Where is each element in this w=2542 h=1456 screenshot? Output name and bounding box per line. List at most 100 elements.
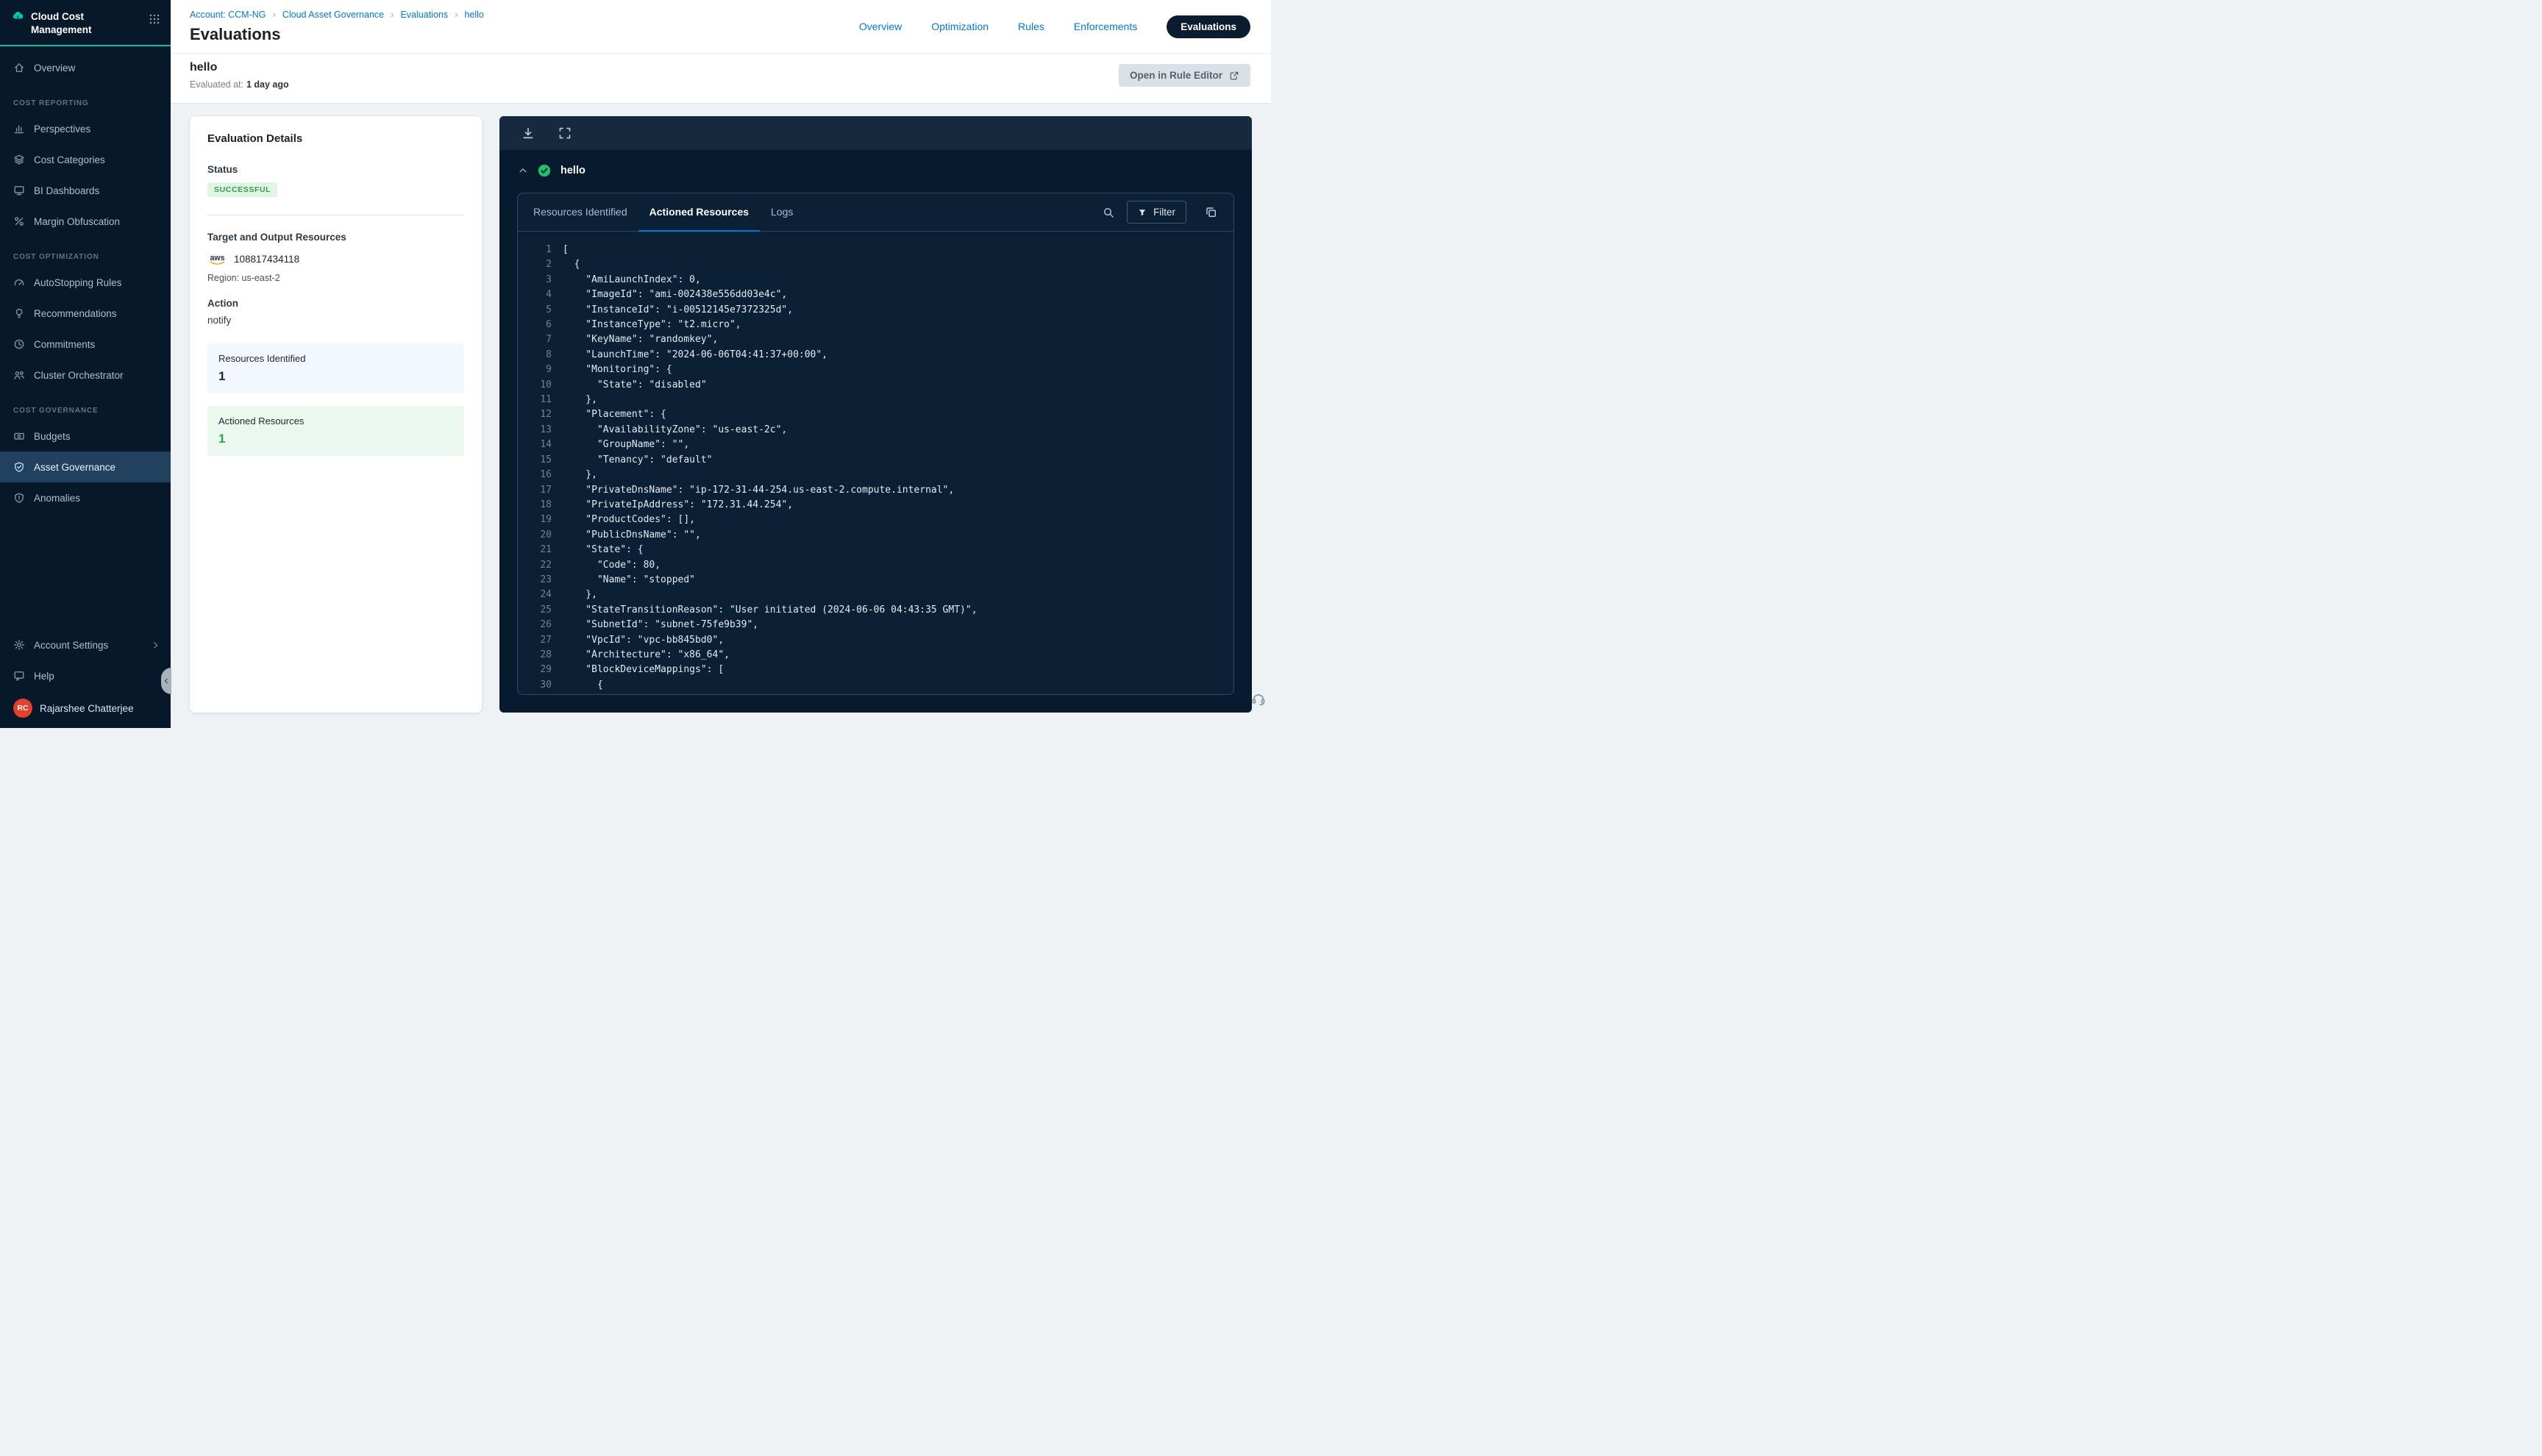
sidebar-item-commitments[interactable]: Commitments [0,329,171,360]
apps-grid-icon[interactable] [149,13,160,25]
collapse-section-icon[interactable] [518,165,528,176]
top-nav: Overview Optimization Rules Enforcements Eva… [859,15,1250,38]
shield-check-icon [13,461,25,473]
code-text: "PrivateDnsName": "ip-172-31-44-254.us-e… [552,483,954,498]
line-number: 3 [518,273,552,288]
code-block[interactable]: 1[2 {3 "AmiLaunchIndex": 0,4 "ImageId": … [518,232,1233,694]
bar-chart-icon [13,123,25,135]
sidebar-item-account-settings[interactable]: Account Settings [0,629,171,660]
sidebar-item-margin-obfuscation[interactable]: Margin Obfuscation [0,206,171,237]
line-number: 19 [518,513,552,527]
line-number: 1 [518,243,552,257]
line-number: 14 [518,438,552,452]
code-text: "PrivateIpAddress": "172.31.44.254", [552,498,793,513]
sidebar-item-asset-governance[interactable]: Asset Governance [0,452,171,482]
line-number: 7 [518,332,552,347]
stat-actioned-resources: Actioned Resources1 [207,406,464,456]
stat-label: Resources Identified [218,353,453,364]
sidebar-item-budgets[interactable]: Budgets [0,421,171,452]
viewer-tabs: Resources IdentifiedActioned ResourcesLo… [522,193,804,231]
action-label: Action [207,298,464,309]
tab-logs[interactable]: Logs [760,193,804,232]
sidebar-item-cluster-orchestrator[interactable]: Cluster Orchestrator [0,360,171,390]
line-number: 21 [518,543,552,557]
top-nav-optimization[interactable]: Optimization [931,21,989,32]
breadcrumb-link-evaluations[interactable]: Evaluations [400,10,448,20]
code-text: "SubnetId": "subnet-75fe9b39", [552,618,758,632]
sidebar-item-label: Perspectives [34,124,90,135]
line-number: 25 [518,603,552,618]
code-text: }, [552,468,597,482]
copy-icon[interactable] [1205,206,1217,218]
line-number: 26 [518,618,552,632]
top-nav-enforcements[interactable]: Enforcements [1074,21,1137,32]
code-text: "GroupName": "", [552,438,689,452]
code-text: "Monitoring": { [552,363,672,377]
sidebar-item-bi-dashboards[interactable]: BI Dashboards [0,175,171,206]
code-line: 20 "PublicDnsName": "", [518,528,1233,543]
top-nav-rules[interactable]: Rules [1018,21,1044,32]
code-line: 25 "StateTransitionReason": "User initia… [518,603,1233,618]
sidebar-item-autostopping-rules[interactable]: AutoStopping Rules [0,267,171,298]
sidebar-item-cost-categories[interactable]: Cost Categories [0,144,171,175]
code-text: "Name": "stopped" [552,573,695,588]
sidebar-item-label: Overview [34,63,75,74]
avatar[interactable]: RC [13,699,32,718]
code-line: 18 "PrivateIpAddress": "172.31.44.254", [518,498,1233,513]
code-text: }, [552,393,597,407]
sidebar-item-recommendations[interactable]: Recommendations [0,298,171,329]
feedback-widget-icon[interactable] [1251,691,1266,706]
code-text: [ [552,243,569,257]
search-icon[interactable] [1103,207,1114,218]
breadcrumb-separator: › [455,9,458,20]
line-number: 24 [518,588,552,602]
user-profile[interactable]: RC Rajarshee Chatterjee [0,691,171,718]
code-line: 16 }, [518,468,1233,482]
sidebar-item-overview[interactable]: Overview [0,52,171,83]
line-number: 22 [518,558,552,573]
filter-button[interactable]: Filter [1127,201,1186,224]
help-label: Help [34,671,54,682]
sidebar-footer: Help RC Rajarshee Chatterjee [0,660,171,728]
sidebar-item-anomalies[interactable]: Anomalies [0,482,171,513]
line-number: 28 [518,648,552,663]
top-nav-overview[interactable]: Overview [859,21,902,32]
code-line: 11 }, [518,393,1233,407]
code-line: 28 "Architecture": "x86_64", [518,648,1233,663]
help-button[interactable]: Help [0,660,171,691]
success-check-icon [538,164,551,177]
code-line: 21 "State": { [518,543,1233,557]
line-number: 9 [518,363,552,377]
code-text: }, [552,588,597,602]
open-in-rule-editor-button[interactable]: Open in Rule Editor [1119,64,1250,87]
target-account-row: aws 108817434118 [207,252,464,265]
download-icon[interactable] [521,126,535,140]
target-resources-label: Target and Output Resources [207,232,464,243]
tab-resources-identified[interactable]: Resources Identified [522,193,638,232]
line-number: 16 [518,468,552,482]
code-text: "State": "disabled" [552,378,707,393]
breadcrumb-link-account-ccm-ng[interactable]: Account: CCM-NG [190,10,266,20]
line-number: 12 [518,407,552,422]
line-number: 29 [518,663,552,677]
monitor-icon [13,185,25,196]
sidebar-item-perspectives[interactable]: Perspectives [0,113,171,144]
sidebar-collapse-handle[interactable] [161,668,171,694]
sidebar-item-label: Cost Categories [34,154,105,165]
subheader-left: hello Evaluated at:1 day ago [190,61,289,90]
line-number: 17 [518,483,552,498]
region-label: Region: us-east-2 [207,273,464,283]
line-number: 8 [518,348,552,363]
line-number: 15 [518,453,552,468]
fullscreen-icon[interactable] [558,126,572,140]
breadcrumb-link-hello[interactable]: hello [464,10,483,20]
evaluated-at-label: Evaluated at: [190,79,243,90]
top-nav-evaluations[interactable]: Evaluations [1167,15,1250,38]
code-text: "State": { [552,543,644,557]
breadcrumb-link-cloud-asset-governance[interactable]: Cloud Asset Governance [282,10,384,20]
line-number: 2 [518,257,552,272]
code-text: "KeyName": "randomkey", [552,332,718,347]
layers-icon [13,154,25,165]
action-value: notify [207,315,464,326]
tab-actioned-resources[interactable]: Actioned Resources [638,193,760,232]
